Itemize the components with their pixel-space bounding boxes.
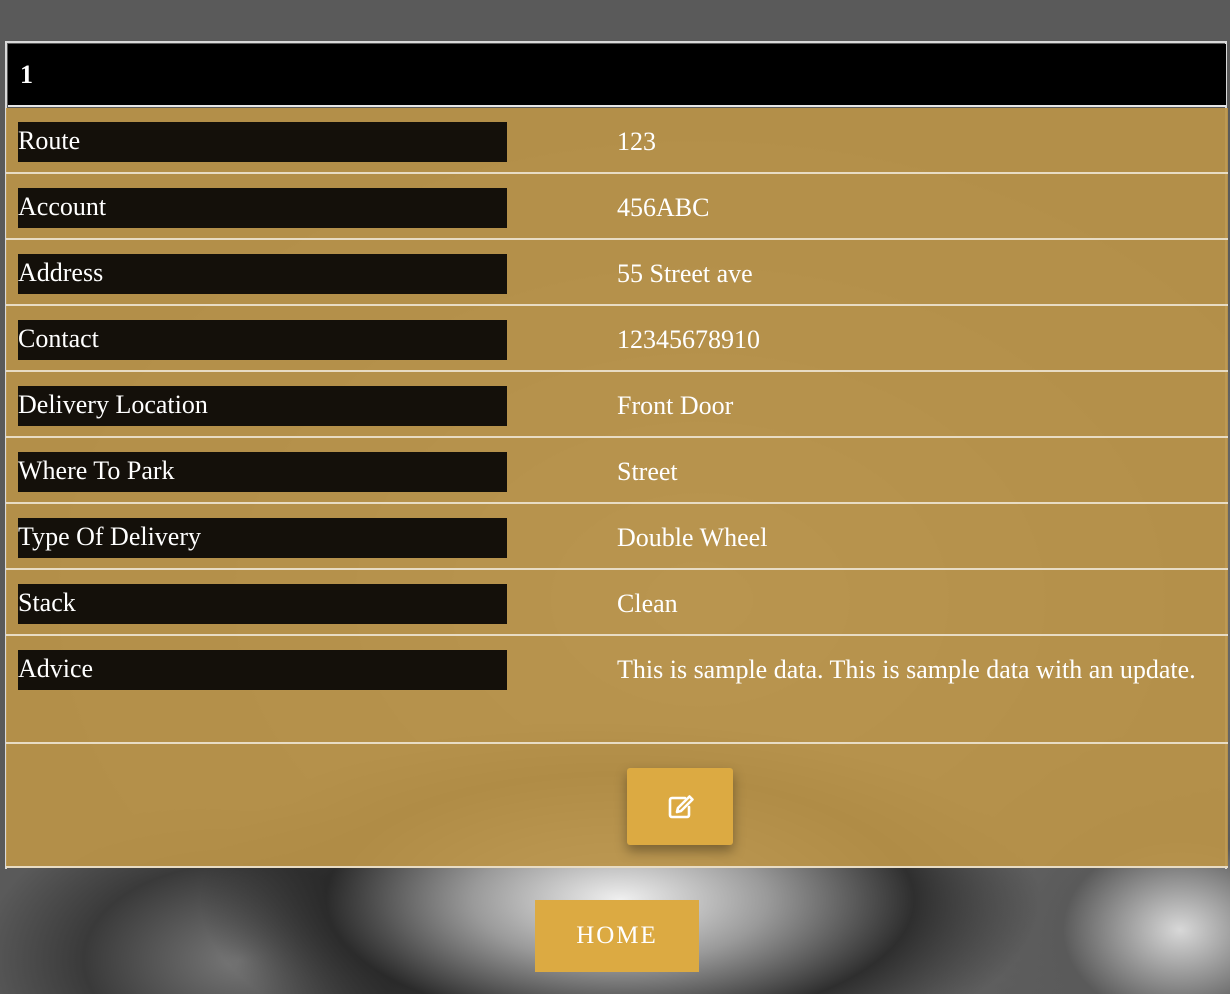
table-row-stack: Stack Clean xyxy=(6,570,1228,636)
table-row-route: Route 123 xyxy=(6,108,1228,174)
table-row-account: Account 456ABC xyxy=(6,174,1228,240)
field-label: Contact xyxy=(18,320,507,360)
field-label: Stack xyxy=(18,584,507,624)
field-value: This is sample data. This is sample data… xyxy=(617,655,1196,684)
field-value: 55 Street ave xyxy=(617,259,753,288)
field-value: Clean xyxy=(617,589,678,618)
field-value: Double Wheel xyxy=(617,523,768,552)
field-value: 12345678910 xyxy=(617,325,760,354)
home-button[interactable]: HOME xyxy=(535,900,699,972)
table-row-delivery-location: Delivery Location Front Door xyxy=(6,372,1228,438)
field-label: Delivery Location xyxy=(18,386,507,426)
field-label: Route xyxy=(18,122,507,162)
card-header: 1 xyxy=(8,44,1226,107)
table-row-type-of-delivery: Type Of Delivery Double Wheel xyxy=(6,504,1228,570)
action-row xyxy=(6,744,1228,868)
field-label: Address xyxy=(18,254,507,294)
field-label: Type Of Delivery xyxy=(18,518,507,558)
edit-icon xyxy=(668,795,694,819)
field-value: Front Door xyxy=(617,391,734,420)
table-row-advice: Advice This is sample data. This is samp… xyxy=(6,636,1228,744)
field-value: Street xyxy=(617,457,678,486)
edit-button[interactable] xyxy=(627,768,733,845)
card-title: 1 xyxy=(20,60,33,89)
field-value: 456ABC xyxy=(617,193,710,222)
field-label: Account xyxy=(18,188,507,228)
table-row-where-to-park: Where To Park Street xyxy=(6,438,1228,504)
field-value: 123 xyxy=(617,127,656,156)
details-table: Route 123 Account 456ABC Address 55 Stre… xyxy=(6,108,1228,868)
table-row-contact: Contact 12345678910 xyxy=(6,306,1228,372)
field-label: Where To Park xyxy=(18,452,507,492)
table-row-address: Address 55 Street ave xyxy=(6,240,1228,306)
field-label: Advice xyxy=(18,650,507,690)
